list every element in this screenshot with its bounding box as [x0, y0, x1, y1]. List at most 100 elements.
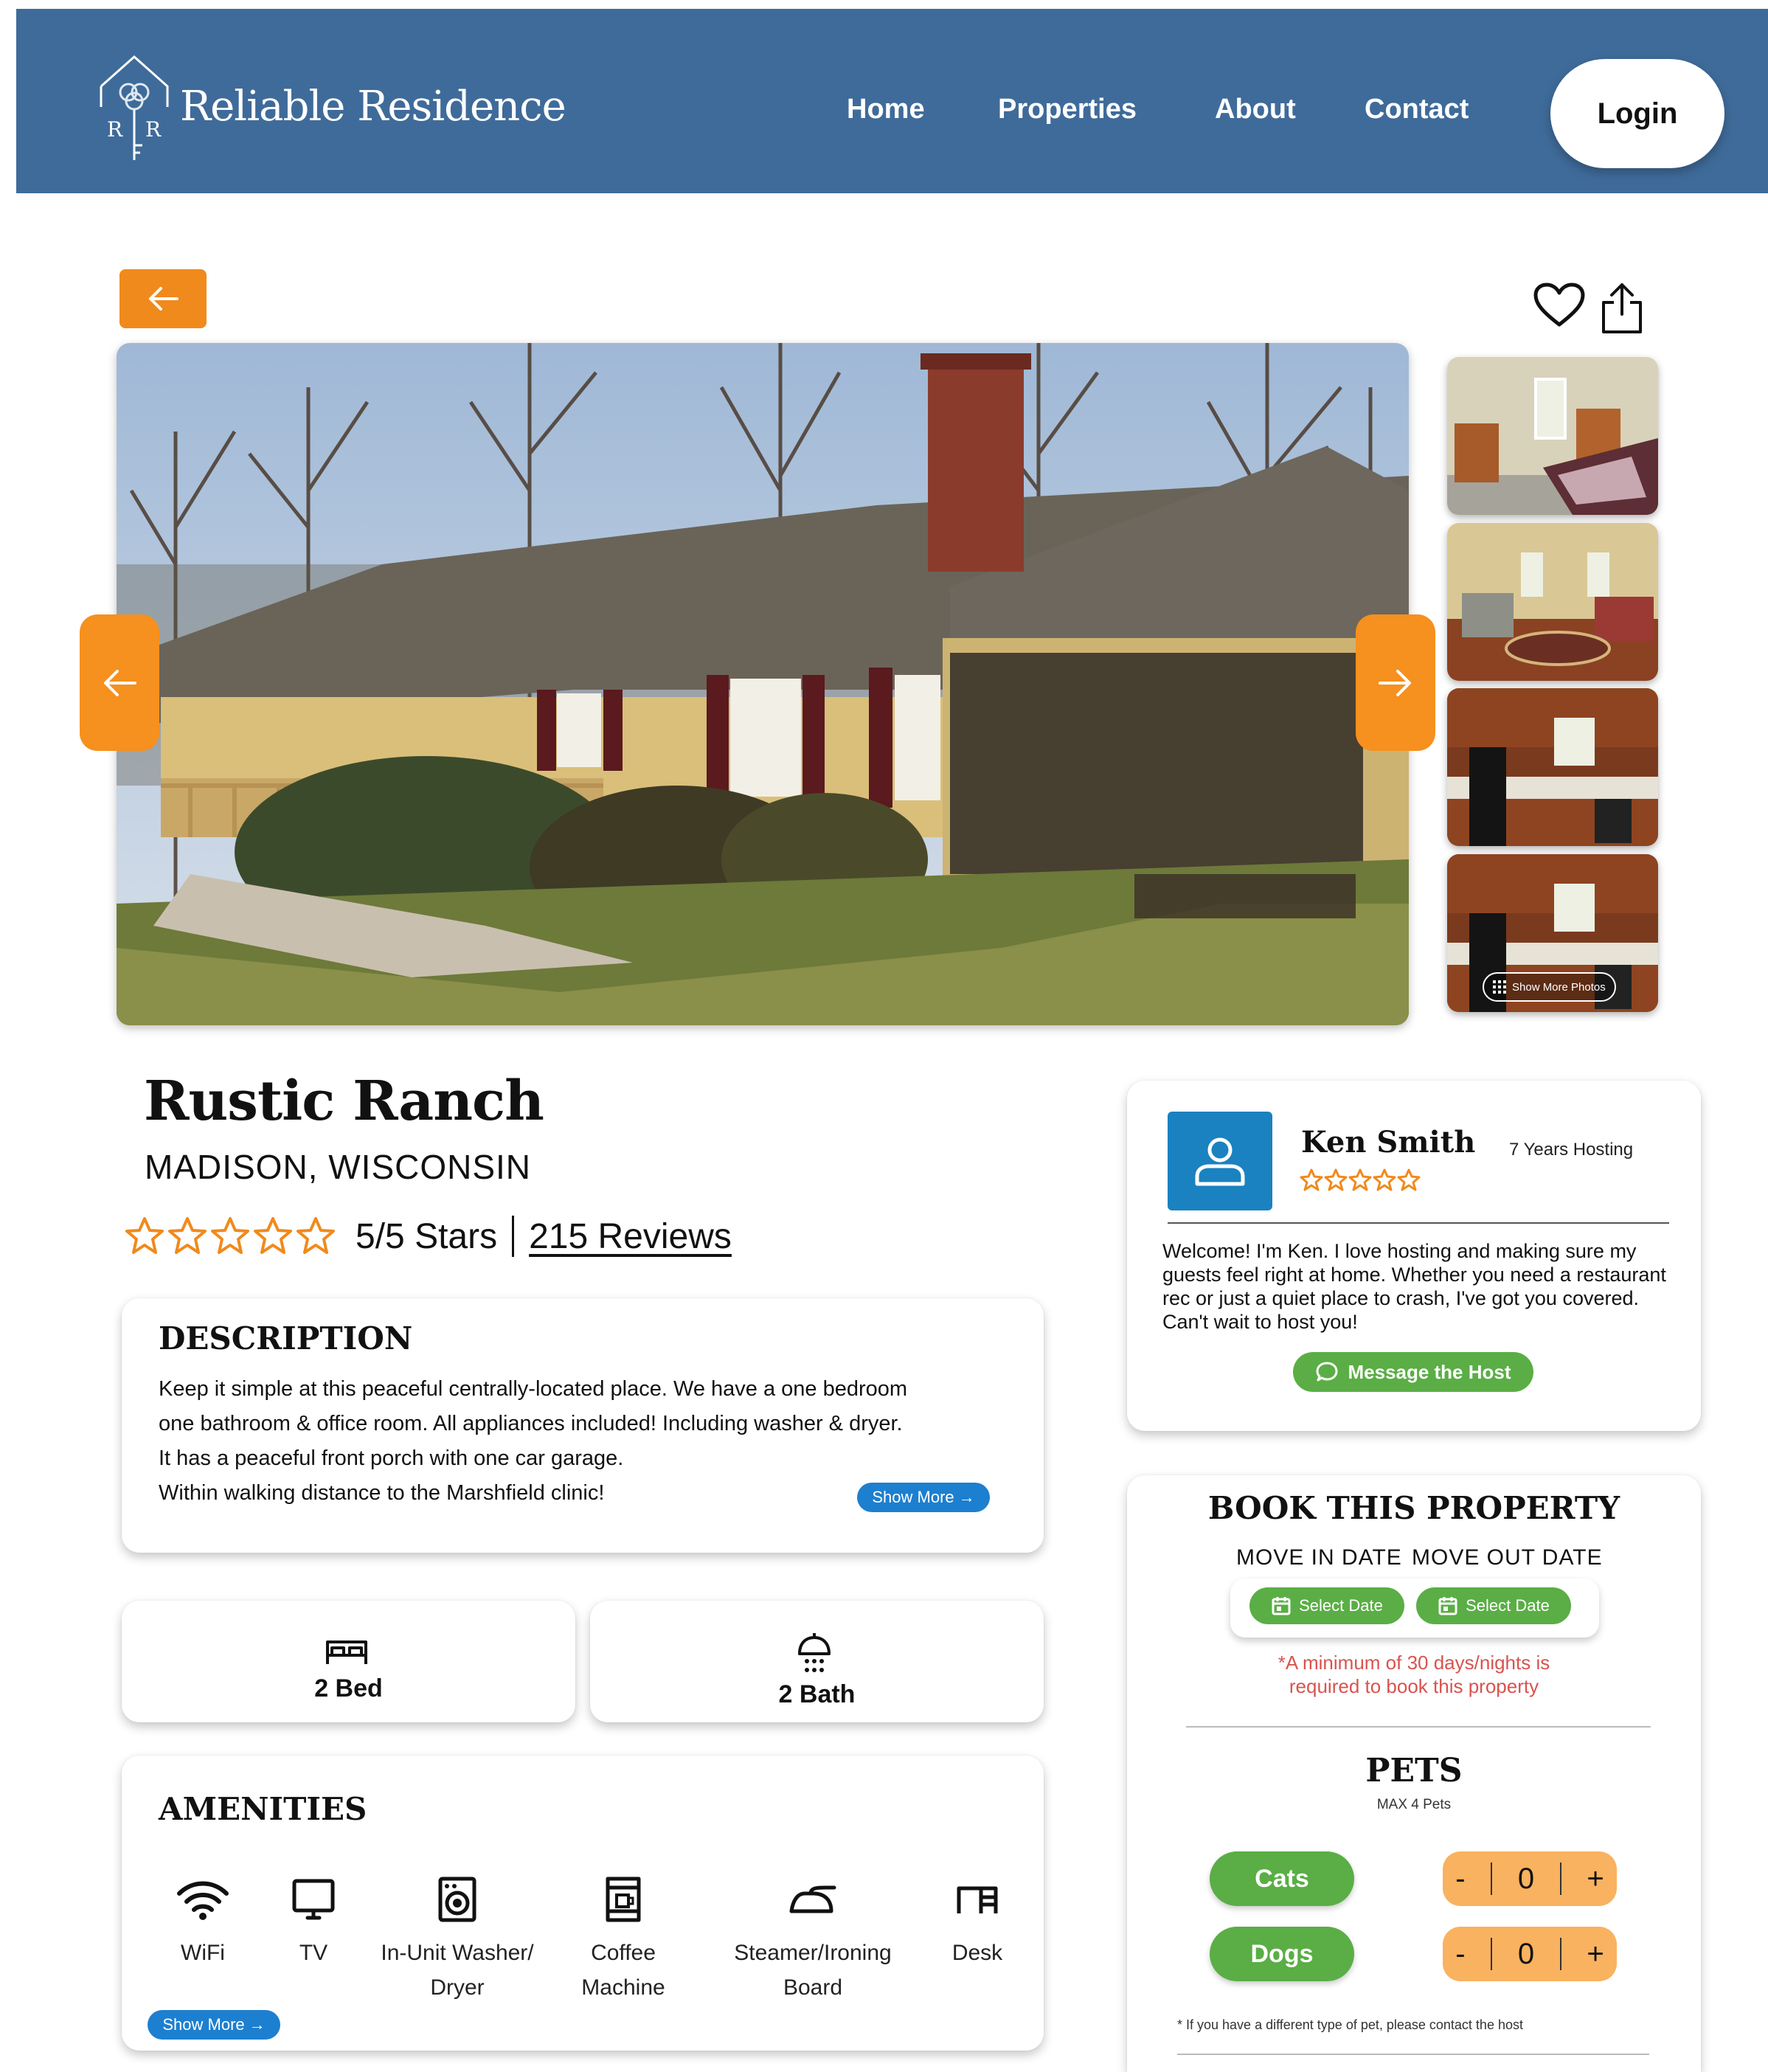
- dogs-count: 0: [1517, 1937, 1535, 1970]
- amenity-tv: TV: [269, 1874, 358, 1970]
- amenity-label: Dryer: [430, 1975, 485, 2000]
- thumbnail-kitchen[interactable]: [1447, 688, 1658, 846]
- amenity-label: In-Unit Washer/: [381, 1941, 534, 1965]
- nav-home[interactable]: Home: [847, 94, 925, 125]
- show-more-photos-button[interactable]: Show More Photos: [1483, 972, 1616, 1002]
- stepper-divider: [1491, 1938, 1493, 1970]
- cats-decrement-button[interactable]: -: [1455, 1863, 1465, 1896]
- property-title: Rustic Ranch: [144, 1070, 544, 1133]
- description-line: one bathroom & office room. All applianc…: [159, 1412, 903, 1435]
- amenity-label: Coffee: [591, 1941, 656, 1965]
- bed-icon: [326, 1640, 367, 1664]
- share-icon[interactable]: [1599, 280, 1645, 335]
- arrow-right-icon: →: [249, 2015, 266, 2034]
- date-picker-group: Select Date Select Date: [1230, 1579, 1599, 1638]
- cats-stepper: - 0 +: [1443, 1851, 1617, 1906]
- bathrooms-card: 2 Bath: [590, 1601, 1044, 1722]
- amenity-label: Board: [783, 1975, 843, 2000]
- booking-divider: [1186, 1726, 1651, 1728]
- host-bio: Welcome! I'm Ken. I love hosting and mak…: [1162, 1240, 1666, 1333]
- pet-contact-note: * If you have a different type of pet, p…: [1177, 2017, 1523, 2032]
- amenity-ironing-board: Steamer/Ironing Board: [721, 1874, 905, 2005]
- brand-logo-icon[interactable]: R R: [94, 49, 175, 167]
- host-avatar[interactable]: [1168, 1112, 1272, 1210]
- nav-contact[interactable]: Contact: [1365, 94, 1469, 125]
- move-out-label: MOVE OUT DATE: [1412, 1545, 1603, 1570]
- host-divider: [1168, 1222, 1669, 1224]
- user-icon: [1195, 1137, 1245, 1186]
- cats-button[interactable]: Cats: [1210, 1851, 1354, 1906]
- stepper-divider: [1559, 1863, 1561, 1895]
- tv-icon: [292, 1879, 335, 1920]
- arrow-left-icon: [104, 669, 136, 696]
- amenity-label: Machine: [581, 1975, 665, 2000]
- host-star-rating: [1300, 1168, 1425, 1193]
- show-more-photos-label: Show More Photos: [1512, 980, 1606, 994]
- thumbnail-living-room[interactable]: [1447, 523, 1658, 681]
- show-more-label: Show More: [872, 1488, 954, 1506]
- dogs-decrement-button[interactable]: -: [1455, 1938, 1465, 1971]
- arrow-right-icon: →: [958, 1488, 975, 1506]
- nav-about[interactable]: About: [1215, 94, 1296, 125]
- select-date-label: Select Date: [1466, 1596, 1550, 1615]
- heart-icon[interactable]: [1533, 282, 1586, 329]
- arrow-right-icon: [1379, 669, 1411, 696]
- description-line: It has a peaceful front porch with one c…: [159, 1446, 624, 1470]
- minimum-stay-line: *A minimum of 30 days/nights is: [1278, 1652, 1550, 1674]
- host-card: Ken Smith 7 Years Hosting Welcome! I'm K…: [1127, 1081, 1701, 1431]
- amenities-show-more-button[interactable]: Show More →: [148, 2010, 280, 2040]
- amenity-label: WiFi: [181, 1941, 225, 1965]
- svg-text:R: R: [107, 117, 123, 142]
- pet-note-divider: [1177, 2054, 1649, 2055]
- pets-heading: PETS: [1365, 1752, 1463, 1789]
- amenity-coffee-machine: Coffee Machine: [572, 1874, 675, 2005]
- svg-text:R: R: [145, 117, 162, 142]
- bedrooms-count: 2 Bed: [314, 1674, 383, 1702]
- property-rating: 5/5 Stars 215 Reviews: [124, 1216, 732, 1257]
- host-name[interactable]: Ken Smith: [1301, 1125, 1475, 1160]
- login-button[interactable]: Login: [1550, 59, 1724, 168]
- reviews-link[interactable]: 215 Reviews: [529, 1216, 732, 1257]
- thumbnail-bedroom[interactable]: [1447, 357, 1658, 515]
- booking-heading: BOOK THIS PROPERTY: [1207, 1490, 1620, 1526]
- amenity-desk: Desk: [926, 1874, 1029, 1970]
- back-button[interactable]: [119, 269, 207, 328]
- minimum-stay-line: required to book this property: [1289, 1675, 1539, 1697]
- rating-text: 5/5 Stars: [356, 1216, 498, 1256]
- move-in-date-button[interactable]: Select Date: [1249, 1587, 1404, 1624]
- show-more-label: Show More: [162, 2015, 245, 2034]
- washer-icon: [438, 1877, 476, 1922]
- dogs-increment-button[interactable]: +: [1587, 1938, 1604, 1971]
- dogs-stepper: - 0 +: [1443, 1927, 1617, 1981]
- next-photo-button[interactable]: [1356, 614, 1435, 751]
- arrow-left-icon: [149, 287, 178, 311]
- cats-increment-button[interactable]: +: [1587, 1863, 1604, 1896]
- move-in-label: MOVE IN DATE: [1236, 1545, 1402, 1570]
- message-host-button[interactable]: Message the Host: [1293, 1352, 1533, 1392]
- star-rating-icon: [125, 1217, 335, 1254]
- amenity-label: Steamer/Ironing: [734, 1941, 892, 1965]
- main-property-photo[interactable]: [117, 343, 1409, 1025]
- dogs-button[interactable]: Dogs: [1210, 1927, 1354, 1981]
- pets-max-note: MAX 4 Pets: [1376, 1797, 1452, 1812]
- coffee-machine-icon: [606, 1877, 641, 1922]
- amenity-label: TV: [299, 1941, 328, 1965]
- thumbnail-kitchen-more[interactable]: Show More Photos: [1447, 854, 1658, 1012]
- message-host-label: Message the Host: [1348, 1360, 1511, 1383]
- chat-bubble-icon: [1316, 1362, 1338, 1382]
- previous-photo-button[interactable]: [80, 614, 159, 751]
- description-card: DESCRIPTION Keep it simple at this peace…: [122, 1298, 1044, 1553]
- stepper-divider: [1491, 1863, 1493, 1895]
- brand-name[interactable]: Reliable Residence: [180, 83, 566, 131]
- star-rating-icon: [1300, 1168, 1421, 1191]
- rating-divider: [512, 1216, 515, 1257]
- nav-properties[interactable]: Properties: [998, 94, 1137, 125]
- description-heading: DESCRIPTION: [159, 1320, 413, 1356]
- move-out-date-button[interactable]: Select Date: [1416, 1587, 1571, 1624]
- amenity-wifi: WiFi: [151, 1874, 254, 1970]
- description-show-more-button[interactable]: Show More →: [857, 1483, 990, 1512]
- calendar-icon: [1272, 1597, 1291, 1615]
- amenities-heading: AMENITIES: [159, 1791, 367, 1827]
- shower-icon: [798, 1633, 831, 1672]
- booking-card: BOOK THIS PROPERTY MOVE IN DATE MOVE OUT…: [1127, 1475, 1701, 2072]
